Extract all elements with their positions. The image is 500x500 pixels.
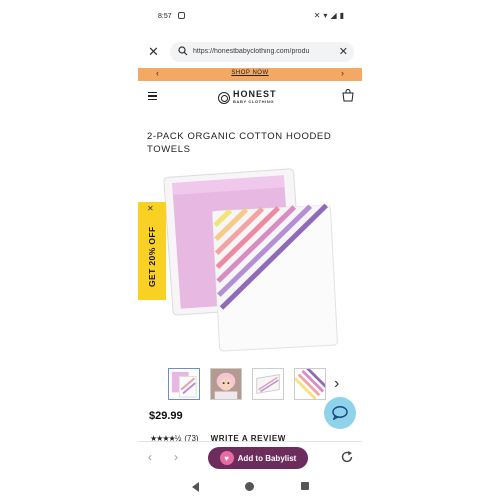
promo-link[interactable]: SHOP NOW xyxy=(138,70,362,76)
promo-banner: ‹ SHOP NOW › xyxy=(138,68,362,81)
back-icon[interactable]: ‹ xyxy=(148,450,152,464)
close-tab-icon[interactable]: ✕ xyxy=(148,44,159,60)
forward-icon[interactable]: › xyxy=(174,450,178,464)
signal-icon: ◢ xyxy=(330,11,337,20)
thumbnail-pink-towel[interactable] xyxy=(168,368,200,400)
url-bar: ✕ https://honestbabyclothing.com/produ ✕ xyxy=(138,40,362,64)
battery-icon: ▮ xyxy=(339,11,344,20)
site-header: HONEST BABY CLOTHING xyxy=(138,86,362,108)
wifi-icon: ▾ xyxy=(323,11,328,20)
discount-close-icon[interactable]: ✕ xyxy=(147,204,154,213)
status-icons: ✕ ▾ ◢ ▮ xyxy=(314,11,344,20)
babylist-label: Add to Babylist xyxy=(237,453,297,463)
bottom-toolbar: ‹ › ♥ Add to Babylist xyxy=(138,441,362,473)
url-text[interactable]: https://honestbabyclothing.com/produ xyxy=(193,48,323,55)
thumbnail-next-icon[interactable]: › xyxy=(334,375,339,393)
logo-subtext: BABY CLOTHING xyxy=(233,99,275,104)
search-icon xyxy=(178,46,188,56)
product-image[interactable] xyxy=(138,168,362,353)
chat-button[interactable] xyxy=(324,397,356,429)
heart-icon: ♥ xyxy=(219,451,234,465)
hamburger-menu-icon[interactable] xyxy=(148,92,157,102)
screenshot-icon xyxy=(178,12,185,19)
thumbnail-baby-photo[interactable] xyxy=(210,368,242,400)
nav-back-icon[interactable] xyxy=(192,482,199,492)
android-nav-bar xyxy=(138,474,362,500)
mute-icon: ✕ xyxy=(313,11,321,20)
phone-screen: 8:57 ✕ ▾ ◢ ▮ ✕ https://honestbabyclothin… xyxy=(138,0,362,500)
nav-recents-icon[interactable] xyxy=(301,482,309,490)
refresh-icon[interactable] xyxy=(340,450,354,464)
product-title: 2-PACK ORGANIC COTTON HOODED TOWELS xyxy=(147,131,332,155)
thumbnail-rainbow-towel[interactable] xyxy=(294,368,326,400)
product-price: $29.99 xyxy=(149,410,183,422)
cart-icon[interactable] xyxy=(342,89,354,102)
status-bar: 8:57 ✕ ▾ ◢ ▮ xyxy=(138,10,362,26)
discount-text[interactable]: GET 20% OFF xyxy=(146,220,158,294)
thumbnail-towel-folded[interactable] xyxy=(252,368,284,400)
logo-mark-icon xyxy=(218,92,230,104)
nav-home-icon[interactable] xyxy=(245,482,254,491)
status-time: 8:57 xyxy=(158,13,172,20)
add-to-babylist-button[interactable]: ♥ Add to Babylist xyxy=(208,447,308,469)
address-field[interactable]: https://honestbabyclothing.com/produ ✕ xyxy=(170,42,354,62)
promo-next-icon[interactable]: › xyxy=(341,68,344,78)
thumbnail-strip xyxy=(168,368,326,400)
clear-url-icon[interactable]: ✕ xyxy=(339,45,348,58)
site-logo[interactable]: HONEST BABY CLOTHING xyxy=(218,90,277,106)
discount-tab[interactable]: ✕ GET 20% OFF xyxy=(138,202,166,300)
chat-icon xyxy=(332,406,348,420)
